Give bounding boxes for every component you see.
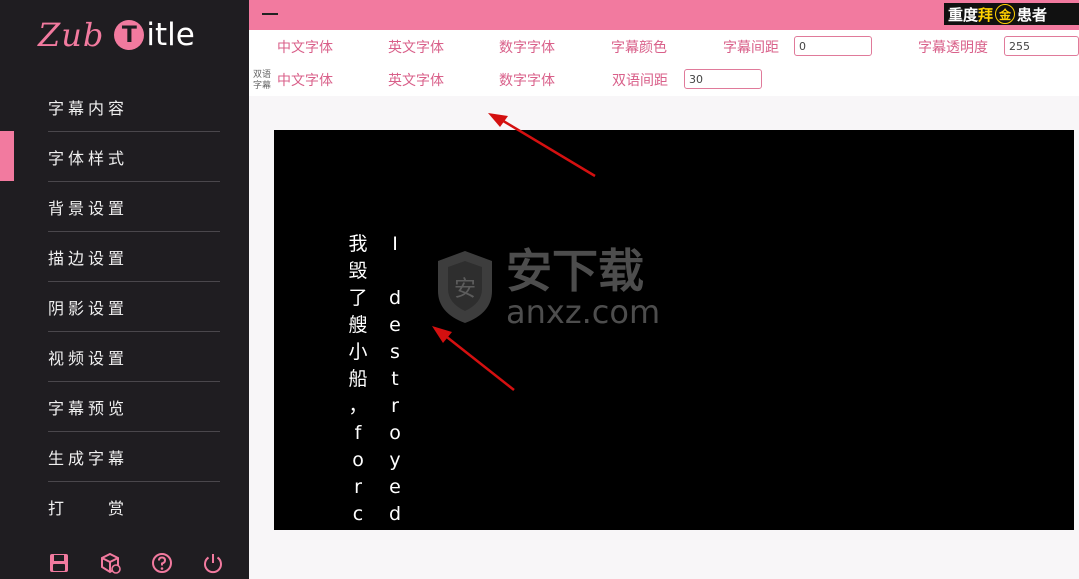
sidebar-item-label: 生成字幕 bbox=[48, 448, 129, 468]
subtitle-char: y bbox=[389, 449, 401, 471]
subtitle-char bbox=[383, 258, 407, 285]
subtitle-color-option[interactable]: 字幕颜色 bbox=[611, 37, 667, 57]
sidebar-item-label: 字幕内容 bbox=[48, 98, 129, 118]
toolbar-row-primary: 中文字体 英文字体 数字字体 字幕颜色 字幕间距 字幕透明度 bbox=[249, 31, 1079, 61]
subtitle-char: d bbox=[388, 287, 402, 309]
subtitle-char: 了 bbox=[348, 287, 368, 309]
subtitle-char: o bbox=[389, 422, 401, 444]
bilingual-tag-line: 双语 bbox=[252, 70, 271, 80]
chinese-vertical-subtitle: 我毁了艘小船 ， f o r c bbox=[346, 231, 370, 528]
sidebar-item-video-settings[interactable]: 视频设置 bbox=[48, 332, 220, 382]
ad-banner[interactable]: 重度拜金患者 bbox=[944, 3, 1079, 25]
banner-circle-text: 金 bbox=[995, 4, 1016, 24]
subtitle-char: ， bbox=[348, 395, 368, 417]
toolbar-row-bilingual: 双语 字幕 中文字体 英文字体 数字字体 双语间距 bbox=[249, 64, 1079, 94]
sidebar-bottom-icons bbox=[48, 552, 224, 574]
title-bar: 重度拜金患者 bbox=[249, 0, 1079, 30]
banner-text-highlight: 拜 bbox=[978, 5, 994, 24]
english-vertical-subtitle: Idestroyed bbox=[383, 231, 407, 528]
subtitle-char: r bbox=[354, 476, 362, 498]
watermark-shield-icon: 安 bbox=[438, 251, 492, 323]
sidebar-item-font-style[interactable]: 字体样式 bbox=[48, 132, 220, 182]
subtitle-char: d bbox=[388, 503, 402, 525]
active-menu-indicator bbox=[0, 131, 14, 181]
subtitle-char: s bbox=[390, 341, 400, 363]
bilingual-subtitle-tag: 双语 字幕 bbox=[251, 70, 273, 92]
english-font-option[interactable]: 英文字体 bbox=[388, 37, 444, 57]
subtitle-opacity-input[interactable] bbox=[1004, 36, 1079, 56]
sidebar-item-stroke-settings[interactable]: 描边设置 bbox=[48, 232, 220, 282]
chinese-font-option[interactable]: 中文字体 bbox=[277, 37, 333, 57]
sidebar-item-reward[interactable]: 打 赏 bbox=[48, 482, 220, 531]
bilingual-chinese-font-option[interactable]: 中文字体 bbox=[277, 70, 333, 90]
banner-text: 患者 bbox=[1017, 5, 1048, 24]
subtitle-char: t bbox=[391, 368, 399, 390]
sidebar-item-shadow-settings[interactable]: 阴影设置 bbox=[48, 282, 220, 332]
cube-icon[interactable] bbox=[99, 552, 122, 574]
sidebar-item-label: 背景设置 bbox=[48, 198, 129, 218]
subtitle-char: f bbox=[354, 422, 362, 444]
subtitle-char: I bbox=[392, 233, 398, 255]
subtitle-char: 毁 bbox=[348, 260, 368, 282]
subtitle-char: 我 bbox=[348, 233, 368, 255]
subtitle-char: 艘 bbox=[348, 314, 368, 336]
watermark-en-text: anxz.com bbox=[506, 293, 661, 331]
watermark-cn-text: 安下载 bbox=[506, 244, 644, 298]
minimize-button[interactable] bbox=[262, 13, 278, 15]
bilingual-tag-line: 字幕 bbox=[252, 81, 271, 91]
subtitle-char: r bbox=[391, 395, 399, 417]
sidebar-menu: 字幕内容 字体样式 背景设置 描边设置 阴影设置 视频设置 字幕预览 生成字幕 … bbox=[48, 82, 220, 531]
logo-text-left: Zub bbox=[38, 16, 105, 54]
sidebar-item-subtitle-preview[interactable]: 字幕预览 bbox=[48, 382, 220, 432]
subtitle-char: e bbox=[389, 476, 401, 498]
bilingual-english-font-option[interactable]: 英文字体 bbox=[388, 70, 444, 90]
sidebar-item-label: 字体样式 bbox=[48, 148, 129, 168]
subtitle-preview-canvas: 我毁了艘小船， f o r c Idestroyed 安 安下载 anxz.com bbox=[274, 130, 1074, 530]
app-logo: Zub T itle bbox=[38, 12, 195, 58]
watermark-shield-text: 安 bbox=[454, 277, 476, 302]
font-toolbar: 中文字体 英文字体 数字字体 字幕颜色 字幕间距 字幕透明度 双语 字幕 中文字… bbox=[249, 30, 1079, 96]
subtitle-char: 小 bbox=[348, 341, 368, 363]
bilingual-spacing-label: 双语间距 bbox=[612, 73, 668, 89]
sidebar-item-background-settings[interactable]: 背景设置 bbox=[48, 182, 220, 232]
sidebar-item-label: 打 bbox=[48, 498, 65, 518]
sidebar: Zub T itle 字幕内容 字体样式 背景设置 描边设置 阴影设置 视频设置… bbox=[0, 0, 249, 579]
subtitle-spacing-input[interactable] bbox=[794, 36, 872, 56]
sidebar-item-label: 赏 bbox=[108, 498, 125, 518]
sidebar-item-label: 视频设置 bbox=[48, 348, 129, 368]
sidebar-item-label: 字幕预览 bbox=[48, 398, 129, 418]
sidebar-item-subtitle-content[interactable]: 字幕内容 bbox=[48, 82, 220, 132]
subtitle-char: 船 bbox=[348, 368, 368, 390]
logo-circle-letter: T bbox=[114, 20, 145, 50]
number-font-option[interactable]: 数字字体 bbox=[499, 37, 555, 57]
save-icon[interactable] bbox=[48, 552, 70, 574]
sidebar-item-generate-subtitle[interactable]: 生成字幕 bbox=[48, 432, 220, 482]
sidebar-item-label: 描边设置 bbox=[48, 248, 129, 268]
sidebar-item-label: 阴影设置 bbox=[48, 298, 129, 318]
subtitle-spacing-label: 字幕间距 bbox=[723, 40, 779, 56]
subtitle-char: e bbox=[389, 314, 401, 336]
power-icon[interactable] bbox=[202, 552, 224, 574]
subtitle-opacity-label: 字幕透明度 bbox=[918, 40, 988, 56]
bilingual-number-font-option[interactable]: 数字字体 bbox=[499, 70, 555, 90]
help-icon[interactable] bbox=[151, 552, 173, 574]
arrowhead-icon bbox=[488, 113, 508, 127]
subtitle-char: c bbox=[352, 503, 364, 525]
bilingual-spacing-input[interactable] bbox=[684, 69, 762, 89]
banner-text: 重度 bbox=[948, 5, 979, 24]
watermark: 安 安下载 anxz.com bbox=[430, 246, 660, 328]
logo-text-right: itle bbox=[146, 17, 195, 53]
subtitle-char: o bbox=[352, 449, 364, 471]
